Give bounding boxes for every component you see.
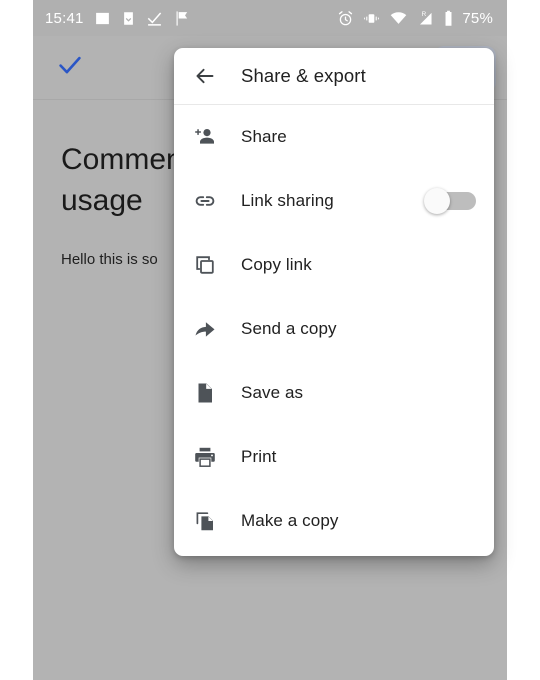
- menu-item-make-a-copy[interactable]: Make a copy: [174, 489, 494, 553]
- document-icon: [192, 380, 218, 406]
- dialog-header: Share & export: [174, 48, 494, 105]
- menu-item-trailing: [424, 188, 476, 214]
- link-icon: [192, 188, 218, 214]
- arrow-back-icon[interactable]: [192, 63, 218, 89]
- send-arrow-icon: [192, 316, 218, 342]
- menu-item-label: Save as: [241, 383, 304, 402]
- menu-item-label: Copy link: [241, 255, 312, 274]
- menu-item-label: Link sharing: [241, 191, 334, 210]
- link-sharing-toggle[interactable]: [424, 188, 476, 214]
- dialog-menu: Share Link sharing Copy link Send a copy…: [174, 105, 494, 553]
- menu-item-label: Share: [241, 127, 287, 146]
- menu-item-link-sharing[interactable]: Link sharing: [174, 169, 494, 233]
- printer-icon: [192, 444, 218, 470]
- dialog-title: Share & export: [241, 65, 366, 86]
- menu-item-send-a-copy[interactable]: Send a copy: [174, 297, 494, 361]
- menu-item-save-as[interactable]: Save as: [174, 361, 494, 425]
- menu-item-copy-link[interactable]: Copy link: [174, 233, 494, 297]
- toggle-knob: [424, 188, 450, 214]
- screen: 15:41 R 75% Comment usage Hello this is …: [0, 0, 540, 680]
- menu-item-print[interactable]: Print: [174, 425, 494, 489]
- copy-link-icon: [192, 252, 218, 278]
- menu-item-label: Print: [241, 447, 277, 466]
- share-and-export-dialog: Share & export Share Link sharing Copy l…: [174, 48, 494, 556]
- menu-item-label: Send a copy: [241, 319, 337, 338]
- file-copy-icon: [192, 508, 218, 534]
- menu-item-label: Make a copy: [241, 511, 339, 530]
- person-add-icon: [192, 124, 218, 150]
- menu-item-share[interactable]: Share: [174, 105, 494, 169]
